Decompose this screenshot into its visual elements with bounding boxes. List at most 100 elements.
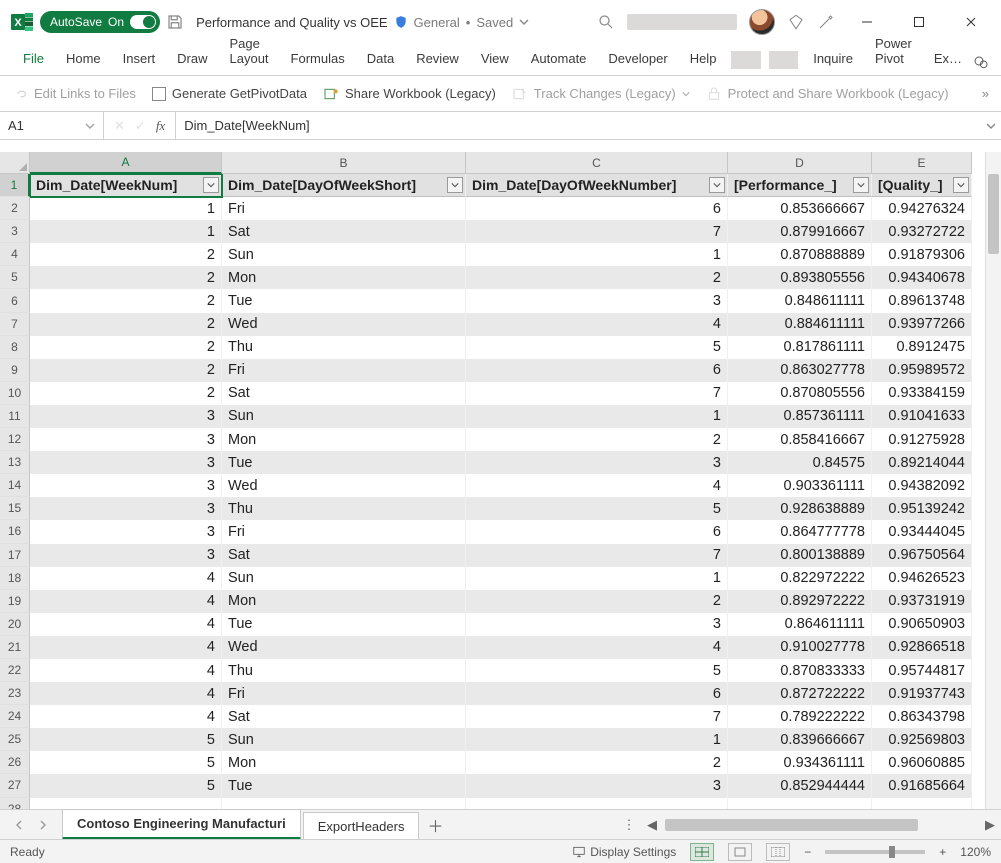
ribbon-tab-powerpivot[interactable]: Power Pivot [864, 30, 923, 75]
cell[interactable]: Sat [222, 382, 466, 405]
column-header[interactable]: C [466, 152, 728, 174]
ribbon-tab-inquire[interactable]: Inquire [802, 45, 864, 75]
cell[interactable]: Thu [222, 659, 466, 682]
cell[interactable]: 4 [30, 636, 222, 659]
cell[interactable]: 0.848611111 [728, 289, 872, 312]
window-close-button[interactable] [951, 7, 991, 37]
cell[interactable]: 2 [466, 266, 728, 289]
row-header[interactable]: 11 [0, 405, 30, 428]
row-header[interactable]: 27 [0, 774, 30, 797]
cells-area[interactable]: Dim_Date[WeekNum]Dim_Date[DayOfWeekShort… [30, 174, 985, 809]
row-header[interactable]: 3 [0, 220, 30, 243]
row-header[interactable]: 12 [0, 428, 30, 451]
cell[interactable]: Mon [222, 266, 466, 289]
cell[interactable]: 5 [466, 497, 728, 520]
cell[interactable]: 0.91685664 [872, 774, 972, 797]
row-header[interactable]: 7 [0, 313, 30, 336]
cell[interactable]: 4 [30, 682, 222, 705]
cell[interactable]: 0.95989572 [872, 359, 972, 382]
cell[interactable]: Tue [222, 774, 466, 797]
row-header[interactable]: 8 [0, 336, 30, 359]
display-settings-button[interactable]: Display Settings [572, 845, 676, 859]
filter-button[interactable] [203, 177, 219, 193]
zoom-in-button[interactable]: + [939, 845, 946, 859]
table-header-cell[interactable]: [Performance_] [728, 174, 872, 197]
cell[interactable]: 1 [466, 243, 728, 266]
row-header[interactable]: 10 [0, 382, 30, 405]
cell[interactable]: 3 [30, 474, 222, 497]
filter-button[interactable] [709, 177, 725, 193]
cell[interactable]: 0.853666667 [728, 197, 872, 220]
cell[interactable]: 0.93272722 [872, 220, 972, 243]
cell[interactable]: 0.863027778 [728, 359, 872, 382]
cell[interactable]: 4 [30, 590, 222, 613]
name-box[interactable]: A1 [0, 112, 104, 139]
cell[interactable]: 0.910027778 [728, 636, 872, 659]
column-header[interactable]: A [30, 152, 222, 174]
ribbon-tab-formulas[interactable]: Formulas [280, 45, 356, 75]
ribbon-tab-help[interactable]: Help [679, 45, 728, 75]
cell[interactable] [30, 798, 222, 809]
cell[interactable]: 4 [30, 705, 222, 728]
cell[interactable]: 0.91937743 [872, 682, 972, 705]
cell[interactable]: 3 [466, 613, 728, 636]
column-header[interactable]: E [872, 152, 972, 174]
view-normal-button[interactable] [690, 843, 714, 861]
view-pagelayout-button[interactable] [728, 843, 752, 861]
row-header[interactable]: 13 [0, 451, 30, 474]
table-header-cell[interactable]: [Quality_] [872, 174, 972, 197]
cell[interactable]: Fri [222, 197, 466, 220]
cell[interactable]: 0.870805556 [728, 382, 872, 405]
column-header[interactable]: B [222, 152, 466, 174]
cell[interactable]: 0.92569803 [872, 728, 972, 751]
cell[interactable]: 1 [466, 405, 728, 428]
cell[interactable]: Tue [222, 289, 466, 312]
cell[interactable]: 0.864777778 [728, 520, 872, 543]
column-header[interactable]: D [728, 152, 872, 174]
cell[interactable]: 3 [466, 289, 728, 312]
document-title-group[interactable]: Performance and Quality vs OEE General •… [196, 15, 529, 30]
cell[interactable]: 3 [466, 451, 728, 474]
row-header[interactable]: 17 [0, 544, 30, 567]
cell[interactable] [872, 798, 972, 809]
cell[interactable]: 4 [466, 474, 728, 497]
cell[interactable]: 0.91879306 [872, 243, 972, 266]
cell[interactable]: 0.93444045 [872, 520, 972, 543]
cell[interactable]: 0.93731919 [872, 590, 972, 613]
row-header[interactable]: 14 [0, 474, 30, 497]
cell[interactable]: 3 [30, 428, 222, 451]
formula-input[interactable]: Dim_Date[WeekNum] [176, 112, 981, 139]
cell[interactable]: Wed [222, 636, 466, 659]
ribbon-tab-file[interactable]: File [12, 45, 55, 75]
cell[interactable]: 0.89214044 [872, 451, 972, 474]
filter-button[interactable] [447, 177, 463, 193]
cell[interactable]: 0.857361111 [728, 405, 872, 428]
row-header[interactable]: 5 [0, 266, 30, 289]
scrollbar-thumb[interactable] [665, 819, 918, 831]
cell[interactable]: 4 [30, 613, 222, 636]
cell[interactable]: 2 [30, 313, 222, 336]
chevron-right-icon[interactable] [38, 820, 48, 830]
cell[interactable]: 5 [30, 751, 222, 774]
row-header[interactable]: 25 [0, 728, 30, 751]
cell[interactable]: 7 [466, 220, 728, 243]
ribbon-tab-overflow[interactable]: Ex… [923, 45, 973, 75]
row-header[interactable]: 1 [0, 174, 30, 197]
user-avatar[interactable] [749, 9, 775, 35]
row-header[interactable]: 18 [0, 567, 30, 590]
zoom-out-button[interactable]: − [804, 845, 811, 859]
cell[interactable]: 4 [30, 567, 222, 590]
cell[interactable]: 1 [30, 220, 222, 243]
cell[interactable]: Wed [222, 313, 466, 336]
cell[interactable]: 3 [30, 544, 222, 567]
cmd-overflow[interactable]: » [982, 86, 989, 101]
cell[interactable]: 0.93977266 [872, 313, 972, 336]
formula-bar-expand[interactable] [981, 112, 1001, 139]
cmd-generate-pivot[interactable]: Generate GetPivotData [152, 86, 307, 101]
cell[interactable]: 0.94626523 [872, 567, 972, 590]
cell[interactable]: Fri [222, 520, 466, 543]
ribbon-tab-view[interactable]: View [470, 45, 520, 75]
cell[interactable]: 3 [30, 405, 222, 428]
cell[interactable]: 0.93384159 [872, 382, 972, 405]
cell[interactable]: Mon [222, 428, 466, 451]
